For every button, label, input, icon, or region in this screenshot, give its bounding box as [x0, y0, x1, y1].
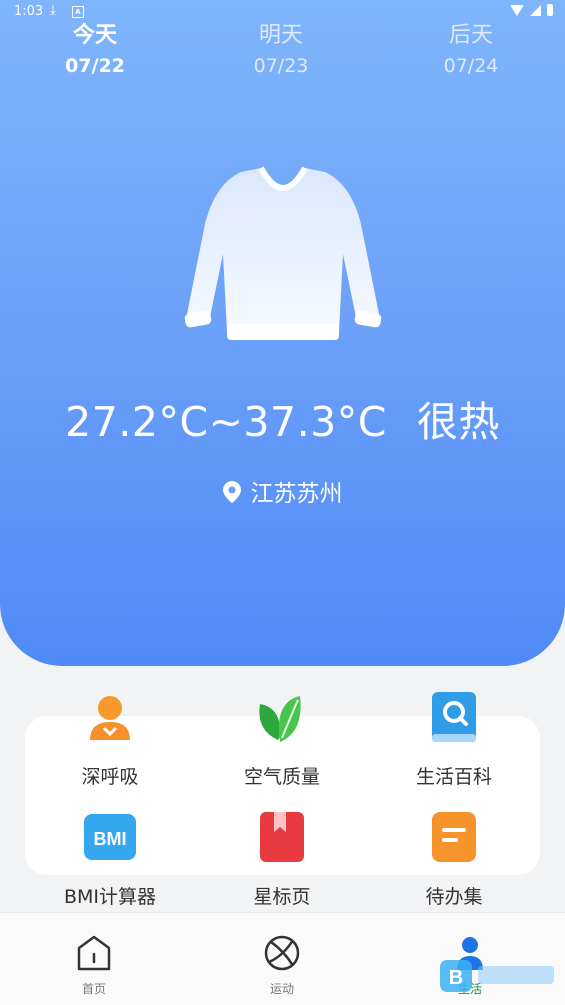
day-date: 07/22 [65, 55, 125, 77]
status-time: 1:03 [14, 4, 44, 19]
day-name: 明天 [258, 23, 303, 48]
day-date: 07/24 [443, 55, 499, 77]
battery-icon [547, 4, 553, 16]
feature-todo[interactable]: 待办集 [384, 810, 524, 909]
bookmark-icon [260, 812, 304, 862]
location[interactable]: 江苏苏州 [0, 474, 565, 508]
bmi-badge-text: BMI [94, 829, 127, 849]
notes-icon [432, 812, 476, 862]
tab-sport[interactable]: 运动 [222, 934, 342, 997]
sweater-icon [184, 166, 382, 340]
feature-label: 深呼吸 [81, 766, 139, 788]
feature-label: BMI计算器 [63, 886, 157, 908]
feature-bmi-calculator[interactable]: BMI BMI计算器 [40, 810, 180, 909]
wifi-icon [510, 4, 524, 16]
status-bar: 1:03 ⤓ A [0, 0, 565, 24]
download-icon: ⤓ [50, 3, 56, 18]
tab-home[interactable]: 首页 [34, 934, 154, 997]
book-search-icon [432, 692, 476, 742]
tab-label: 首页 [81, 982, 106, 996]
home-icon [77, 935, 111, 971]
feature-label: 星标页 [253, 886, 311, 908]
feature-starred[interactable]: 星标页 [212, 810, 352, 909]
feature-label: 待办集 [425, 886, 483, 908]
location-pin-icon [222, 481, 241, 503]
bmi-icon: BMI [84, 814, 136, 860]
day-tab-today[interactable]: 今天 07/22 [40, 22, 150, 80]
feature-label: 空气质量 [243, 766, 320, 788]
svg-text:B: B [449, 967, 463, 989]
ball-icon [264, 935, 300, 971]
temperature-summary: 27.2°C~37.3°C 很热 [0, 388, 565, 448]
day-tab-day-after[interactable]: 后天 07/24 [416, 22, 526, 80]
day-name: 后天 [448, 23, 493, 48]
location-name: 江苏苏州 [250, 481, 343, 507]
feature-life-encyclopedia[interactable]: 生活百科 [384, 690, 524, 789]
weather-condition: 很热 [416, 398, 500, 446]
temperature-range: 27.2°C~37.3°C [65, 398, 387, 446]
feature-air-quality[interactable]: 空气质量 [212, 690, 352, 789]
signal-icon [530, 4, 541, 16]
day-date: 07/23 [253, 55, 309, 77]
watermark-logo: B [440, 960, 554, 992]
leaf-icon [259, 696, 301, 742]
day-name: 今天 [72, 23, 117, 48]
person-icon [90, 696, 130, 740]
a-badge-icon: A [72, 6, 84, 18]
feature-label: 生活百科 [415, 766, 492, 788]
feature-deep-breath[interactable]: 深呼吸 [40, 690, 180, 789]
day-tab-tomorrow[interactable]: 明天 07/23 [226, 22, 336, 80]
tab-label: 运动 [269, 982, 294, 996]
